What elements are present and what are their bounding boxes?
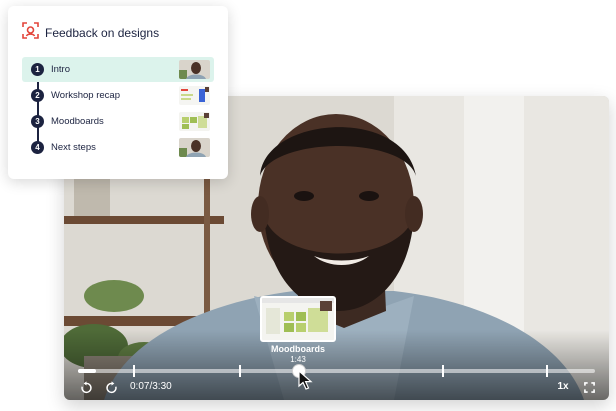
time-display: 0:07/3:30: [130, 381, 172, 392]
chapter-number: 4: [31, 141, 44, 154]
rewind-button[interactable]: [78, 379, 94, 395]
feedback-camera-icon: [22, 22, 39, 44]
preview-timestamp: 1:43: [290, 355, 306, 364]
chapter-list: 1 Intro 2 Workshop recap 3 Moodboards 4 …: [22, 57, 214, 161]
chapter-label: Workshop recap: [51, 90, 120, 101]
scrub-preview-thumbnail: [260, 296, 336, 342]
chapter-marker[interactable]: [132, 365, 135, 377]
chapter-thumbnail: [179, 60, 210, 79]
rewind-icon: [80, 380, 93, 394]
preview-chapter-title: Moodboards: [271, 344, 325, 354]
card-title: Feedback on designs: [45, 26, 160, 40]
chapter-marker[interactable]: [239, 365, 242, 377]
progress-bar[interactable]: [78, 364, 595, 378]
chapter-item-next-steps[interactable]: 4 Next steps: [22, 135, 214, 160]
chapter-number: 1: [31, 63, 44, 76]
forward-icon: [105, 380, 118, 394]
fullscreen-icon: [583, 381, 595, 393]
chapter-label: Moodboards: [51, 116, 104, 127]
forward-button[interactable]: [103, 379, 119, 395]
chapter-marker[interactable]: [545, 365, 548, 377]
chapter-thumbnail: [179, 112, 210, 131]
mouse-cursor-icon: [298, 369, 314, 395]
chapters-card: Feedback on designs 1 Intro 2 Workshop r…: [8, 6, 228, 179]
chapter-item-workshop-recap[interactable]: 2 Workshop recap: [22, 83, 214, 108]
chapter-item-intro[interactable]: 1 Intro: [22, 57, 214, 82]
chapter-number: 2: [31, 89, 44, 102]
card-header: Feedback on designs: [22, 22, 159, 44]
playback-speed-button[interactable]: 1x: [556, 380, 570, 394]
progress-fill: [78, 369, 96, 373]
chapter-number: 3: [31, 115, 44, 128]
chapter-item-moodboards[interactable]: 3 Moodboards: [22, 109, 214, 134]
chapter-thumbnail: [179, 86, 210, 105]
chapter-label: Intro: [51, 64, 71, 75]
fullscreen-button[interactable]: [581, 379, 597, 395]
chapter-marker[interactable]: [442, 365, 445, 377]
chapter-thumbnail: [179, 138, 210, 157]
chapter-label: Next steps: [51, 142, 96, 153]
